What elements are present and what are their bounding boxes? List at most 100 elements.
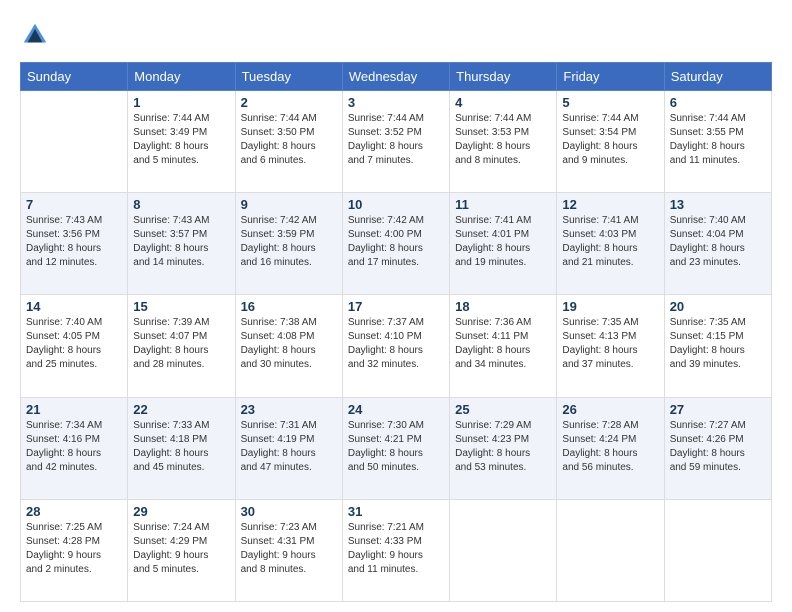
- day-info: Sunrise: 7:44 AMSunset: 3:49 PMDaylight:…: [133, 112, 229, 168]
- calendar-cell: 24 Sunrise: 7:30 AMSunset: 4:21 PMDayligh…: [342, 397, 449, 499]
- col-tuesday: Tuesday: [235, 63, 342, 91]
- calendar-week-5: 28 Sunrise: 7:25 AMSunset: 4:28 PMDayligh…: [21, 499, 772, 601]
- day-info: Sunrise: 7:37 AMSunset: 4:10 PMDaylight:…: [348, 316, 444, 372]
- day-info: Sunrise: 7:44 AMSunset: 3:53 PMDaylight:…: [455, 112, 551, 168]
- day-number: 5: [562, 95, 658, 110]
- col-thursday: Thursday: [450, 63, 557, 91]
- logo: [20, 20, 54, 50]
- day-number: 14: [26, 299, 122, 314]
- day-number: 27: [670, 402, 766, 417]
- calendar-header-row: Sunday Monday Tuesday Wednesday Thursday…: [21, 63, 772, 91]
- day-info: Sunrise: 7:44 AMSunset: 3:55 PMDaylight:…: [670, 112, 766, 168]
- calendar-table: Sunday Monday Tuesday Wednesday Thursday…: [20, 62, 772, 602]
- col-sunday: Sunday: [21, 63, 128, 91]
- calendar-cell: 12 Sunrise: 7:41 AMSunset: 4:03 PMDayligh…: [557, 193, 664, 295]
- day-number: 30: [241, 504, 337, 519]
- day-info: Sunrise: 7:30 AMSunset: 4:21 PMDaylight:…: [348, 419, 444, 475]
- calendar-cell: [450, 499, 557, 601]
- day-info: Sunrise: 7:40 AMSunset: 4:05 PMDaylight:…: [26, 316, 122, 372]
- day-info: Sunrise: 7:40 AMSunset: 4:04 PMDaylight:…: [670, 214, 766, 270]
- calendar-cell: 5 Sunrise: 7:44 AMSunset: 3:54 PMDaylight…: [557, 91, 664, 193]
- day-info: Sunrise: 7:44 AMSunset: 3:52 PMDaylight:…: [348, 112, 444, 168]
- day-number: 21: [26, 402, 122, 417]
- calendar-cell: 22 Sunrise: 7:33 AMSunset: 4:18 PMDayligh…: [128, 397, 235, 499]
- day-number: 28: [26, 504, 122, 519]
- day-info: Sunrise: 7:35 AMSunset: 4:13 PMDaylight:…: [562, 316, 658, 372]
- header: [20, 20, 772, 50]
- day-info: Sunrise: 7:36 AMSunset: 4:11 PMDaylight:…: [455, 316, 551, 372]
- col-friday: Friday: [557, 63, 664, 91]
- calendar-cell: 14 Sunrise: 7:40 AMSunset: 4:05 PMDayligh…: [21, 295, 128, 397]
- day-info: Sunrise: 7:41 AMSunset: 4:01 PMDaylight:…: [455, 214, 551, 270]
- calendar-cell: 3 Sunrise: 7:44 AMSunset: 3:52 PMDaylight…: [342, 91, 449, 193]
- day-number: 10: [348, 197, 444, 212]
- day-number: 29: [133, 504, 229, 519]
- calendar-cell: 28 Sunrise: 7:25 AMSunset: 4:28 PMDayligh…: [21, 499, 128, 601]
- calendar-cell: 21 Sunrise: 7:34 AMSunset: 4:16 PMDayligh…: [21, 397, 128, 499]
- calendar-cell: 26 Sunrise: 7:28 AMSunset: 4:24 PMDayligh…: [557, 397, 664, 499]
- calendar-cell: 10 Sunrise: 7:42 AMSunset: 4:00 PMDayligh…: [342, 193, 449, 295]
- day-info: Sunrise: 7:41 AMSunset: 4:03 PMDaylight:…: [562, 214, 658, 270]
- calendar-cell: 20Sunrise: 7:35 AMSunset: 4:15 PMDayligh…: [664, 295, 771, 397]
- calendar-cell: 17 Sunrise: 7:37 AMSunset: 4:10 PMDayligh…: [342, 295, 449, 397]
- calendar-cell: 18 Sunrise: 7:36 AMSunset: 4:11 PMDayligh…: [450, 295, 557, 397]
- calendar-cell: [557, 499, 664, 601]
- day-number: 12: [562, 197, 658, 212]
- calendar-cell: 4 Sunrise: 7:44 AMSunset: 3:53 PMDaylight…: [450, 91, 557, 193]
- logo-icon: [20, 20, 50, 50]
- day-info: Sunrise: 7:25 AMSunset: 4:28 PMDaylight:…: [26, 521, 122, 577]
- calendar-cell: 11 Sunrise: 7:41 AMSunset: 4:01 PMDayligh…: [450, 193, 557, 295]
- day-info: Sunrise: 7:27 AMSunset: 4:26 PMDaylight:…: [670, 419, 766, 475]
- day-info: Sunrise: 7:43 AMSunset: 3:56 PMDaylight:…: [26, 214, 122, 270]
- day-number: 18: [455, 299, 551, 314]
- day-number: 2: [241, 95, 337, 110]
- day-number: 8: [133, 197, 229, 212]
- col-saturday: Saturday: [664, 63, 771, 91]
- day-number: 31: [348, 504, 444, 519]
- day-number: 25: [455, 402, 551, 417]
- day-info: Sunrise: 7:29 AMSunset: 4:23 PMDaylight:…: [455, 419, 551, 475]
- day-info: Sunrise: 7:21 AMSunset: 4:33 PMDaylight:…: [348, 521, 444, 577]
- calendar-body: 1 Sunrise: 7:44 AMSunset: 3:49 PMDaylight…: [21, 91, 772, 602]
- day-number: 1: [133, 95, 229, 110]
- calendar-cell: 19Sunrise: 7:35 AMSunset: 4:13 PMDayligh…: [557, 295, 664, 397]
- calendar-cell: 8Sunrise: 7:43 AMSunset: 3:57 PMDaylight…: [128, 193, 235, 295]
- day-number: 11: [455, 197, 551, 212]
- calendar-cell: 2 Sunrise: 7:44 AMSunset: 3:50 PMDaylight…: [235, 91, 342, 193]
- calendar-cell: 29Sunrise: 7:24 AMSunset: 4:29 PMDayligh…: [128, 499, 235, 601]
- day-number: 26: [562, 402, 658, 417]
- calendar-cell: 15Sunrise: 7:39 AMSunset: 4:07 PMDayligh…: [128, 295, 235, 397]
- day-number: 6: [670, 95, 766, 110]
- page: Sunday Monday Tuesday Wednesday Thursday…: [0, 0, 792, 612]
- calendar-cell: 23Sunrise: 7:31 AMSunset: 4:19 PMDayligh…: [235, 397, 342, 499]
- day-info: Sunrise: 7:31 AMSunset: 4:19 PMDaylight:…: [241, 419, 337, 475]
- day-number: 4: [455, 95, 551, 110]
- day-info: Sunrise: 7:28 AMSunset: 4:24 PMDaylight:…: [562, 419, 658, 475]
- day-number: 24: [348, 402, 444, 417]
- calendar-week-3: 14 Sunrise: 7:40 AMSunset: 4:05 PMDayligh…: [21, 295, 772, 397]
- calendar-cell: [664, 499, 771, 601]
- calendar-cell: 9Sunrise: 7:42 AMSunset: 3:59 PMDaylight…: [235, 193, 342, 295]
- day-number: 9: [241, 197, 337, 212]
- calendar-cell: 6 Sunrise: 7:44 AMSunset: 3:55 PMDaylight…: [664, 91, 771, 193]
- day-info: Sunrise: 7:33 AMSunset: 4:18 PMDaylight:…: [133, 419, 229, 475]
- calendar-week-4: 21 Sunrise: 7:34 AMSunset: 4:16 PMDayligh…: [21, 397, 772, 499]
- day-number: 3: [348, 95, 444, 110]
- calendar-cell: 27 Sunrise: 7:27 AMSunset: 4:26 PMDayligh…: [664, 397, 771, 499]
- calendar-cell: [21, 91, 128, 193]
- calendar-cell: 1 Sunrise: 7:44 AMSunset: 3:49 PMDaylight…: [128, 91, 235, 193]
- day-number: 22: [133, 402, 229, 417]
- col-monday: Monday: [128, 63, 235, 91]
- day-info: Sunrise: 7:39 AMSunset: 4:07 PMDaylight:…: [133, 316, 229, 372]
- calendar-week-1: 1 Sunrise: 7:44 AMSunset: 3:49 PMDaylight…: [21, 91, 772, 193]
- day-info: Sunrise: 7:35 AMSunset: 4:15 PMDaylight:…: [670, 316, 766, 372]
- day-info: Sunrise: 7:34 AMSunset: 4:16 PMDaylight:…: [26, 419, 122, 475]
- day-info: Sunrise: 7:42 AMSunset: 4:00 PMDaylight:…: [348, 214, 444, 270]
- day-info: Sunrise: 7:44 AMSunset: 3:54 PMDaylight:…: [562, 112, 658, 168]
- calendar-week-2: 7Sunrise: 7:43 AMSunset: 3:56 PMDaylight…: [21, 193, 772, 295]
- day-info: Sunrise: 7:23 AMSunset: 4:31 PMDaylight:…: [241, 521, 337, 577]
- day-number: 16: [241, 299, 337, 314]
- day-number: 17: [348, 299, 444, 314]
- day-info: Sunrise: 7:44 AMSunset: 3:50 PMDaylight:…: [241, 112, 337, 168]
- calendar-cell: 16Sunrise: 7:38 AMSunset: 4:08 PMDayligh…: [235, 295, 342, 397]
